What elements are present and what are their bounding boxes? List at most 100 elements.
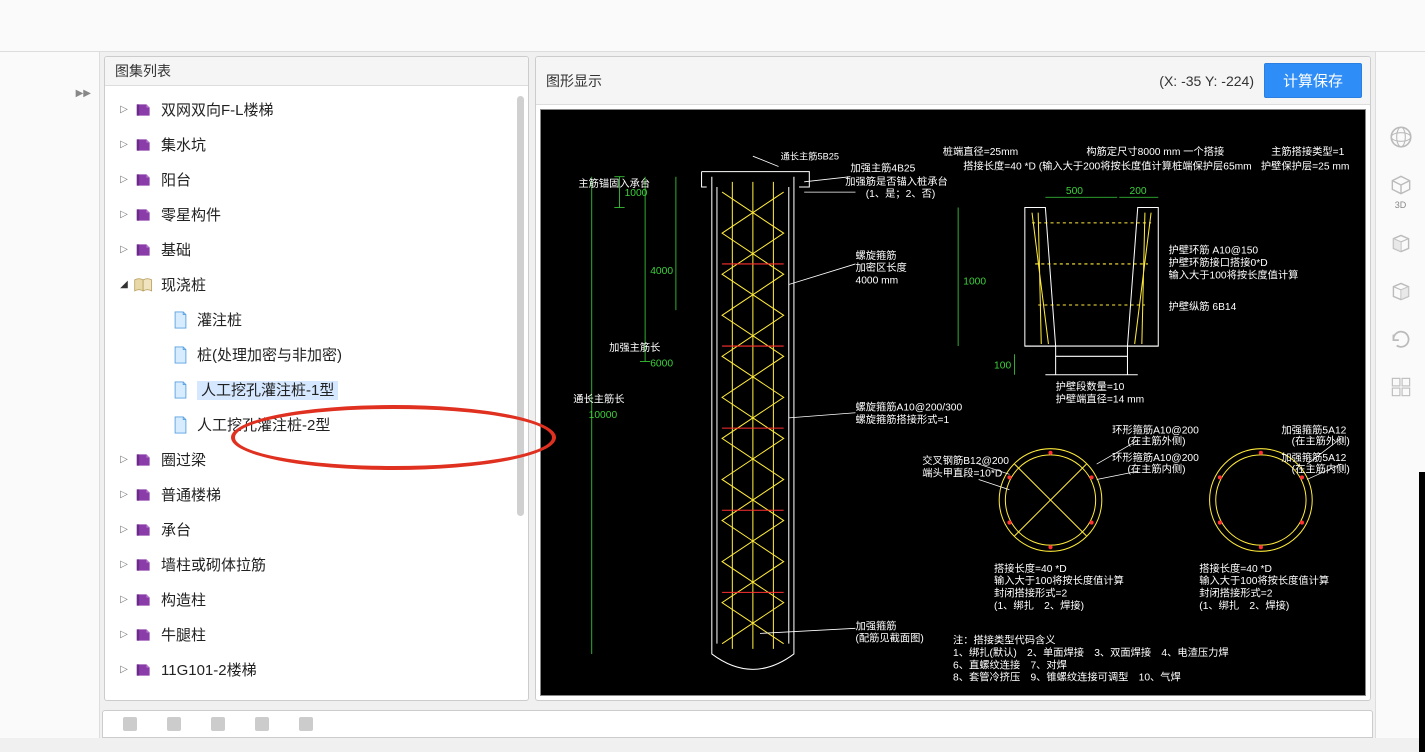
dim-6000: 6000 bbox=[650, 359, 673, 370]
expand-arrow-icon[interactable]: ▷ bbox=[117, 209, 131, 220]
book-icon bbox=[133, 206, 155, 224]
lbl-luoxuan-spec: 螺旋箍筋A10@200/300 bbox=[856, 401, 963, 414]
expand-arrow-icon[interactable]: ▷ bbox=[117, 629, 131, 640]
sphere-view-icon[interactable] bbox=[1384, 122, 1418, 152]
book-icon bbox=[133, 101, 155, 119]
atlas-list-title: 图集列表 bbox=[105, 57, 528, 86]
tree-item-label: 阳台 bbox=[161, 169, 191, 190]
tree-item-label: 灌注桩 bbox=[197, 309, 242, 330]
left-sidebar-collapsed: ▶▶ bbox=[0, 52, 100, 738]
tree-item-label: 基础 bbox=[161, 239, 191, 260]
expand-left-panel-icon[interactable]: ▶▶ bbox=[76, 88, 91, 99]
expand-arrow-icon[interactable]: ▷ bbox=[117, 104, 131, 115]
lbl-note3: 8、套管冷挤压 9、锥螺纹连接可调型 10、气焊 bbox=[953, 671, 1181, 684]
tree-parent-item[interactable]: ▷ 阳台 bbox=[107, 162, 526, 197]
cad-drawing: 1000 4000 6000 10000 500 200 1000 100 通长… bbox=[541, 110, 1365, 695]
lbl-goujin: 构筋定尺寸8000 mm 一个搭接 bbox=[1086, 145, 1224, 158]
lbl-dajie-top: 搭接长度=40 *D (输入大于200将按长度值计算桩端保护层65mm bbox=[963, 160, 1251, 173]
tree-parent-item[interactable]: ▷ 牛腿柱 bbox=[107, 617, 526, 652]
book-icon bbox=[133, 556, 155, 574]
tree-parent-item[interactable]: ▷ 11G101-2楼梯 bbox=[107, 652, 526, 687]
expand-arrow-icon[interactable]: ▷ bbox=[117, 594, 131, 605]
bottom-tool-4[interactable] bbox=[255, 717, 269, 731]
tree-child-item[interactable]: 灌注桩 bbox=[107, 302, 526, 337]
scrollbar-thumb[interactable] bbox=[517, 96, 524, 516]
lbl-hubi-zong: 护壁纵筋 6B14 bbox=[1169, 300, 1237, 313]
tree-item-label: 零星构件 bbox=[161, 204, 221, 225]
cursor-coordinates: (X: -35 Y: -224) bbox=[1159, 73, 1254, 89]
tree-item-label: 人工挖孔灌注桩-1型 bbox=[197, 379, 338, 400]
lbl-djA1: 搭接长度=40 *D bbox=[994, 562, 1067, 575]
expand-arrow-icon[interactable]: ▷ bbox=[117, 244, 131, 255]
expand-arrow-icon[interactable]: ▷ bbox=[117, 489, 131, 500]
tree-item-label: 现浇桩 bbox=[161, 274, 206, 295]
rotate-icon[interactable] bbox=[1384, 324, 1418, 354]
expand-arrow-icon[interactable]: ▷ bbox=[117, 174, 131, 185]
lbl-jiami-len: 加密区长度 bbox=[856, 261, 907, 274]
bottom-tool-3[interactable] bbox=[211, 717, 225, 731]
expand-arrow-icon[interactable]: ▷ bbox=[117, 454, 131, 465]
lbl-djB2: 输入大于100将按长度值计算 bbox=[1199, 574, 1329, 587]
lbl-zhujin-type: 主筋搭接类型=1 bbox=[1271, 145, 1344, 158]
graphic-display-panel: 图形显示 (X: -35 Y: -224) 计算保存 bbox=[535, 56, 1371, 701]
lbl-jiaqiang-bot2: (配筋见截面图) bbox=[856, 632, 924, 645]
lbl-luoxuan-form: 螺旋箍筋搭接形式=1 bbox=[856, 413, 950, 426]
tree-parent-item[interactable]: ▷圈过梁 bbox=[107, 442, 526, 477]
tree-parent-item[interactable]: ▷普通楼梯 bbox=[107, 477, 526, 512]
cad-drawing-viewport[interactable]: 1000 4000 6000 10000 500 200 1000 100 通长… bbox=[540, 109, 1366, 696]
tree-child-item[interactable]: 人工挖孔灌注桩-2型 bbox=[107, 407, 526, 442]
black-edge bbox=[1419, 472, 1425, 752]
3d-cube-icon[interactable] bbox=[1384, 170, 1418, 200]
tree-item-label: 桩(处理加密与非加密) bbox=[197, 344, 342, 365]
tree-item-label: 11G101-2楼梯 bbox=[161, 659, 257, 680]
expand-arrow-icon[interactable]: ▷ bbox=[117, 559, 131, 570]
cube-side-icon[interactable] bbox=[1384, 276, 1418, 306]
tree-item-label: 墙柱或砌体拉筋 bbox=[161, 554, 266, 575]
lbl-hubi-input: 输入大于100将按长度值计算 bbox=[1169, 268, 1299, 281]
expand-arrow-icon[interactable]: ▷ bbox=[117, 139, 131, 150]
lbl-ringA1: 环形箍筋A10@200 bbox=[1112, 423, 1199, 436]
book-icon bbox=[133, 591, 155, 609]
tree-parent-item[interactable]: ▷ 承台 bbox=[107, 512, 526, 547]
lbl-note2: 6、直螺纹连接 7、对焊 bbox=[953, 658, 1067, 671]
bottom-tool-1[interactable] bbox=[123, 717, 137, 731]
tree-parent-item[interactable]: ▷集水坑 bbox=[107, 127, 526, 162]
tree-child-item[interactable]: 桩(处理加密与非加密) bbox=[107, 337, 526, 372]
lbl-ringB4: (在主筋内侧) bbox=[1292, 462, 1350, 475]
lbl-ringA2: (在主筋外侧) bbox=[1127, 435, 1185, 448]
cube-front-icon[interactable] bbox=[1384, 228, 1418, 258]
tree-parent-item[interactable]: ▷构造柱 bbox=[107, 582, 526, 617]
expand-arrow-icon[interactable]: ▷ bbox=[117, 664, 131, 675]
expand-arrow-icon[interactable]: ▷ bbox=[117, 524, 131, 535]
dim-100: 100 bbox=[994, 361, 1011, 372]
tree-parent-item[interactable]: ▷双网双向F-L楼梯 bbox=[107, 92, 526, 127]
tree-parent-item[interactable]: ▷ 墙柱或砌体拉筋 bbox=[107, 547, 526, 582]
tree-child-item[interactable]: 人工挖孔灌注桩-1型 bbox=[107, 372, 526, 407]
right-toolbar: 3D bbox=[1375, 52, 1425, 738]
bottom-tool-2[interactable] bbox=[167, 717, 181, 731]
tree-item-label: 承台 bbox=[161, 519, 191, 540]
bottom-tool-5[interactable] bbox=[299, 717, 313, 731]
lbl-djB4: (1、绑扎 2、焊接) bbox=[1199, 599, 1289, 612]
tree-parent-item[interactable]: ▷ 零星构件 bbox=[107, 197, 526, 232]
collapse-arrow-icon[interactable]: ◢ bbox=[117, 279, 131, 290]
tree-item-label: 牛腿柱 bbox=[161, 624, 206, 645]
dim-1000b: 1000 bbox=[963, 276, 986, 287]
dim-10000: 10000 bbox=[589, 410, 618, 421]
lbl-jiaqiang-anchor2: (1、是；2、否) bbox=[866, 188, 935, 200]
grid-icon[interactable] bbox=[1384, 372, 1418, 402]
page-icon bbox=[169, 311, 191, 329]
page-icon bbox=[169, 346, 191, 364]
lbl-hubi-huan: 护壁环筋 A10@150 bbox=[1169, 244, 1259, 257]
atlas-list-panel: 图集列表 ▷双网双向F-L楼梯▷集水坑▷阳台▷零星构件▷基础◢现浇桩灌注桩桩(处… bbox=[104, 56, 529, 701]
top-toolbar bbox=[0, 0, 1425, 52]
book-icon bbox=[133, 661, 155, 679]
tree-parent-item[interactable]: ▷ 基础 bbox=[107, 232, 526, 267]
book-icon bbox=[133, 451, 155, 469]
calculate-save-button[interactable]: 计算保存 bbox=[1264, 63, 1362, 98]
lbl-zhujing: 桩端直径=25mm bbox=[943, 145, 1018, 158]
lbl-cross2: 端头甲直段=10*D bbox=[922, 466, 1002, 479]
atlas-tree[interactable]: ▷双网双向F-L楼梯▷集水坑▷阳台▷零星构件▷基础◢现浇桩灌注桩桩(处理加密与非… bbox=[105, 86, 528, 700]
tree-parent-item[interactable]: ◢ 现浇桩 bbox=[107, 267, 526, 302]
lbl-mm4000: 4000 mm bbox=[856, 275, 899, 286]
